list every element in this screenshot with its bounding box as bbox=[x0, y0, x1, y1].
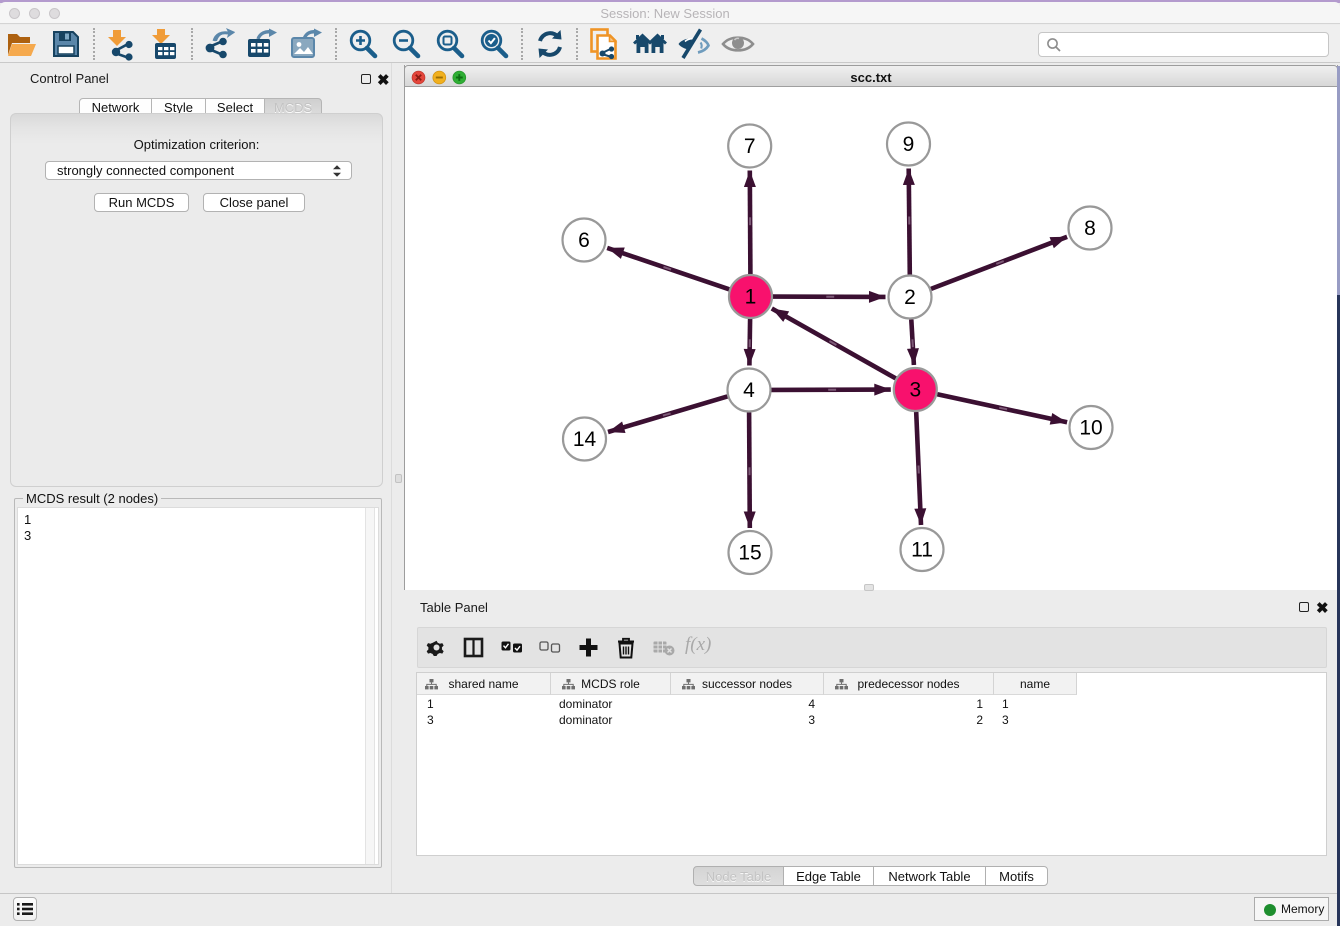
svg-text:9: 9 bbox=[903, 133, 915, 156]
svg-text:14: 14 bbox=[573, 428, 597, 451]
svg-text:8: 8 bbox=[1084, 217, 1096, 240]
svg-text:3: 3 bbox=[909, 379, 921, 402]
svg-text:4: 4 bbox=[743, 379, 755, 402]
svg-text:11: 11 bbox=[911, 539, 933, 562]
svg-text:2: 2 bbox=[904, 286, 916, 309]
svg-text:10: 10 bbox=[1079, 417, 1102, 440]
svg-text:1: 1 bbox=[745, 286, 757, 309]
svg-text:7: 7 bbox=[744, 135, 756, 158]
svg-text:15: 15 bbox=[738, 542, 761, 565]
svg-text:6: 6 bbox=[578, 229, 590, 252]
